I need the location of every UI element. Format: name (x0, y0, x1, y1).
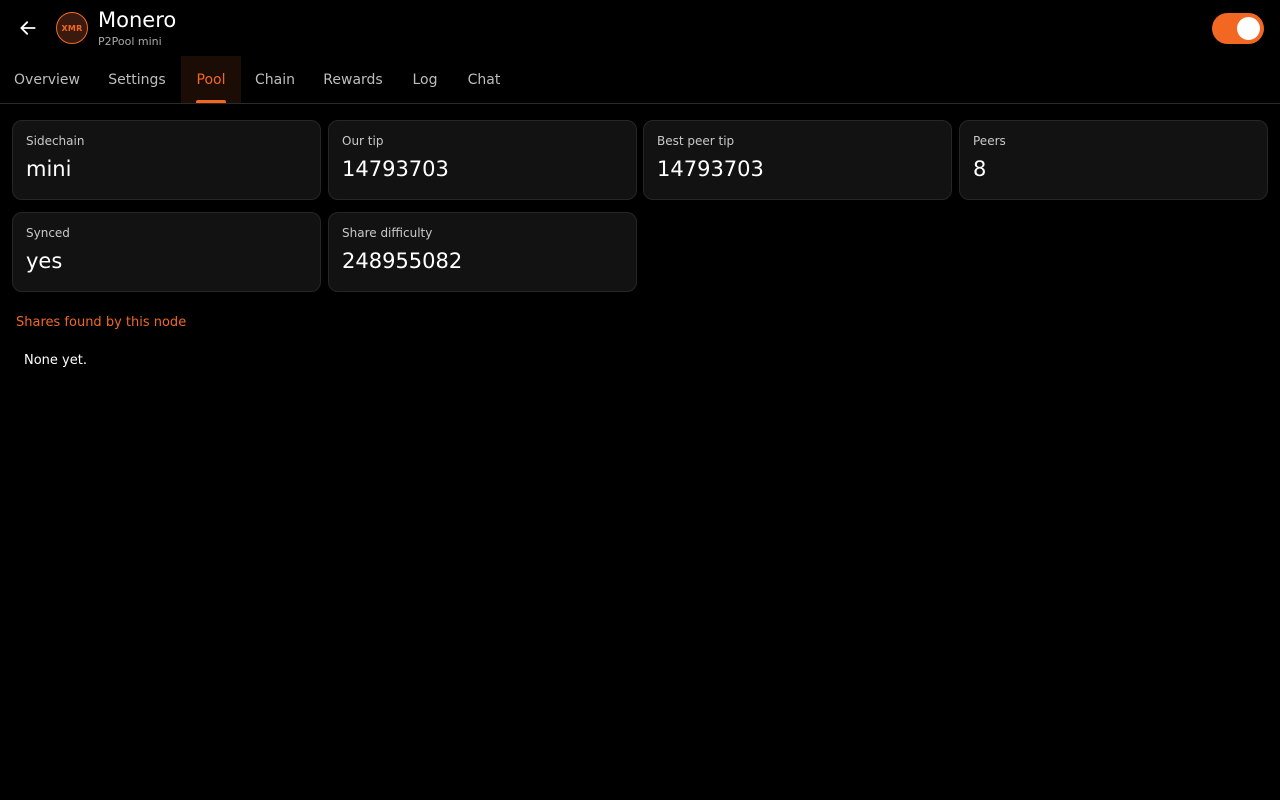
title-block: Monero P2Pool mini (98, 7, 176, 49)
stat-label: Sidechain (26, 134, 85, 148)
stat-label: Our tip (342, 134, 384, 148)
tab-label: Log (412, 71, 438, 88)
stat-value: 8 (973, 157, 987, 181)
stat-value: mini (26, 157, 72, 181)
coin-logo-badge: XMR (56, 12, 88, 44)
tab-label: Chat (467, 71, 501, 88)
page-subtitle: P2Pool mini (98, 35, 162, 48)
stat-card-synced: Synced yes (12, 212, 321, 292)
stat-label: Synced (26, 226, 70, 240)
stat-label: Best peer tip (657, 134, 735, 148)
stat-value: 14793703 (657, 157, 764, 181)
page-title: Monero (98, 8, 177, 32)
tab-chain[interactable]: Chain (241, 56, 309, 103)
tab-label: Pool (196, 71, 226, 88)
stat-card-our-tip: Our tip 14793703 (328, 120, 637, 200)
shares-section-title: Shares found by this node (16, 315, 187, 330)
shares-empty-text: None yet. (24, 353, 87, 368)
tab-chat[interactable]: Chat (453, 56, 515, 103)
active-tab-indicator (196, 100, 226, 103)
top-bar: XMR Monero P2Pool mini (0, 0, 1280, 56)
tab-label: Chain (255, 71, 295, 88)
stat-value: yes (26, 249, 63, 273)
stat-value: 14793703 (342, 157, 449, 181)
stat-card-peers: Peers 8 (959, 120, 1268, 200)
tab-log[interactable]: Log (397, 56, 453, 103)
tab-bar: Overview Settings Pool Chain Rewards Log… (0, 56, 1280, 104)
stat-label: Peers (973, 134, 1006, 148)
arrow-left-icon (20, 21, 36, 35)
tab-label: Overview (14, 71, 80, 88)
tab-label: Rewards (323, 71, 383, 88)
tab-settings[interactable]: Settings (94, 56, 180, 103)
tab-label: Settings (108, 71, 166, 88)
stat-card-best-peer-tip: Best peer tip 14793703 (643, 120, 952, 200)
toggle-knob (1237, 17, 1260, 40)
stat-card-share-difficulty: Share difficulty 248955082 (328, 212, 637, 292)
stat-card-sidechain: Sidechain mini (12, 120, 321, 200)
tab-pool[interactable]: Pool (181, 56, 241, 103)
back-button[interactable] (14, 14, 42, 42)
tab-rewards[interactable]: Rewards (309, 56, 397, 103)
node-enabled-toggle[interactable] (1212, 13, 1264, 44)
stat-label: Share difficulty (342, 226, 433, 240)
tab-overview[interactable]: Overview (0, 56, 94, 103)
stat-value: 248955082 (342, 249, 463, 273)
